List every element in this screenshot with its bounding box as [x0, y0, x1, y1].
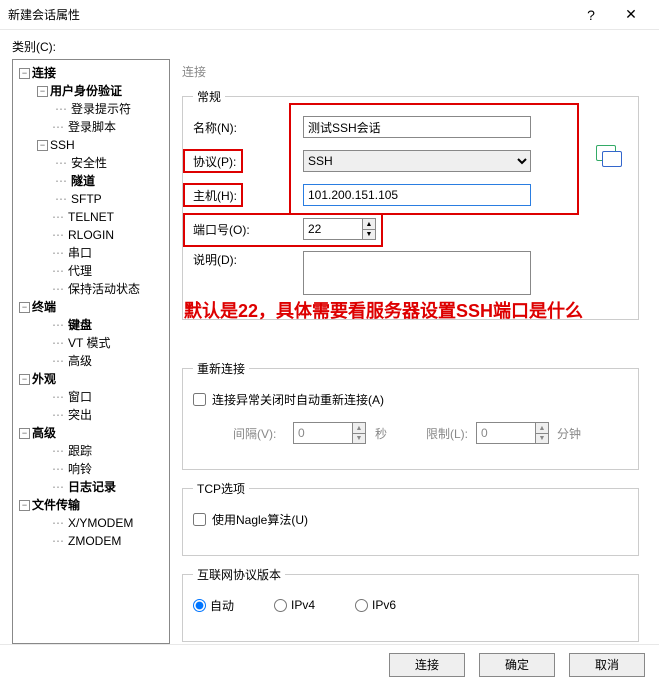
session-icon	[596, 145, 624, 169]
tree-sftp[interactable]: SFTP	[71, 190, 102, 208]
group-general-legend: 常规	[193, 88, 225, 105]
port-label: 端口号(O):	[193, 221, 303, 238]
name-label: 名称(N):	[193, 119, 303, 136]
tree-bell[interactable]: 响铃	[68, 460, 92, 478]
connect-button[interactable]: 连接	[389, 653, 465, 677]
tree-serial[interactable]: 串口	[68, 244, 92, 262]
tree-proxy[interactable]: 代理	[68, 262, 92, 280]
settings-panel: 连接 常规 名称(N): 协议(P): SSH 主机(H): 端口号(O):	[178, 59, 647, 644]
tree-logging[interactable]: 日志记录	[68, 478, 116, 496]
collapse-icon[interactable]: −	[19, 374, 30, 385]
category-label: 类别(C):	[12, 38, 647, 55]
tree-rlogin[interactable]: RLOGIN	[68, 226, 114, 244]
tree-vt[interactable]: VT 模式	[68, 334, 110, 352]
auto-reconnect-checkbox[interactable]	[193, 393, 206, 406]
tree-tunnel[interactable]: 隧道	[71, 172, 95, 190]
port-spinner[interactable]: ▲▼	[362, 218, 376, 240]
interval-input	[293, 422, 353, 444]
tree-trace[interactable]: 跟踪	[68, 442, 92, 460]
tree-zmodem[interactable]: ZMODEM	[68, 532, 121, 550]
tree-filetransfer[interactable]: 文件传输	[32, 496, 80, 514]
tree-ssh[interactable]: SSH	[50, 136, 75, 154]
dialog-footer: 连接 确定 取消	[0, 644, 659, 684]
category-tree[interactable]: −连接 −用户身份验证 ⋯登录提示符 ⋯登录脚本 −SSH ⋯安全性 ⋯隧道 ⋯…	[12, 59, 170, 644]
host-input[interactable]	[303, 184, 531, 206]
tree-window[interactable]: 窗口	[68, 388, 92, 406]
nagle-label: 使用Nagle算法(U)	[212, 511, 308, 528]
chevron-down-icon[interactable]: ▼	[362, 229, 376, 240]
tree-telnet[interactable]: TELNET	[68, 208, 114, 226]
collapse-icon[interactable]: −	[37, 86, 48, 97]
tree-connection[interactable]: 连接	[32, 64, 56, 82]
ip-v6-option[interactable]: IPv6	[355, 598, 396, 612]
breadcrumb: 连接	[182, 63, 639, 80]
chevron-up-icon[interactable]: ▲	[362, 218, 376, 229]
group-ip-legend: 互联网协议版本	[193, 566, 285, 583]
nagle-checkbox[interactable]	[193, 513, 206, 526]
collapse-icon[interactable]: −	[19, 302, 30, 313]
ip-auto-radio[interactable]	[193, 599, 206, 612]
limit-unit: 分钟	[549, 425, 589, 442]
ip-auto-option[interactable]: 自动	[193, 597, 234, 614]
group-tcp-legend: TCP选项	[193, 480, 249, 497]
cancel-button[interactable]: 取消	[569, 653, 645, 677]
name-input[interactable]	[303, 116, 531, 138]
desc-label: 说明(D):	[193, 251, 303, 268]
interval-unit: 秒	[366, 425, 396, 442]
group-reconnect: 重新连接 连接异常关闭时自动重新连接(A) 间隔(V): ▲▼ 秒 限制(L):…	[182, 360, 639, 470]
tree-security[interactable]: 安全性	[71, 154, 107, 172]
group-reconnect-legend: 重新连接	[193, 360, 249, 377]
ok-button[interactable]: 确定	[479, 653, 555, 677]
interval-spinner: ▲▼	[352, 422, 366, 444]
limit-input	[476, 422, 536, 444]
collapse-icon[interactable]: −	[19, 500, 30, 511]
tree-xymodem[interactable]: X/YMODEM	[68, 514, 133, 532]
tree-advanced-terminal[interactable]: 高级	[68, 352, 92, 370]
interval-label: 间隔(V):	[233, 425, 293, 442]
group-tcp: TCP选项 使用Nagle算法(U)	[182, 480, 639, 556]
group-general: 常规 名称(N): 协议(P): SSH 主机(H): 端口号(O):	[182, 88, 639, 320]
limit-spinner: ▲▼	[535, 422, 549, 444]
collapse-icon[interactable]: −	[19, 428, 30, 439]
tree-terminal[interactable]: 终端	[32, 298, 56, 316]
auto-reconnect-label: 连接异常关闭时自动重新连接(A)	[212, 391, 384, 408]
tree-login-script[interactable]: 登录脚本	[68, 118, 116, 136]
limit-label: 限制(L):	[426, 425, 476, 442]
titlebar: 新建会话属性 ? ✕	[0, 0, 659, 30]
ip-v4-radio[interactable]	[274, 599, 287, 612]
protocol-select[interactable]: SSH	[303, 150, 531, 172]
group-ip: 互联网协议版本 自动 IPv4 IPv6	[182, 566, 639, 642]
window-title: 新建会话属性	[8, 6, 571, 23]
host-label: 主机(H):	[193, 187, 303, 204]
ip-v6-radio[interactable]	[355, 599, 368, 612]
tree-keyboard[interactable]: 键盘	[68, 316, 92, 334]
collapse-icon[interactable]: −	[19, 68, 30, 79]
protocol-label: 协议(P):	[193, 153, 303, 170]
tree-auth[interactable]: 用户身份验证	[50, 82, 122, 100]
tree-highlight[interactable]: 突出	[68, 406, 92, 424]
collapse-icon[interactable]: −	[37, 140, 48, 151]
port-input[interactable]	[303, 218, 363, 240]
close-button[interactable]: ✕	[611, 0, 651, 30]
tree-login-prompt[interactable]: 登录提示符	[71, 100, 131, 118]
help-button[interactable]: ?	[571, 0, 611, 30]
tree-advanced[interactable]: 高级	[32, 424, 56, 442]
tree-keepalive[interactable]: 保持活动状态	[68, 280, 140, 298]
tree-appearance[interactable]: 外观	[32, 370, 56, 388]
ip-v4-option[interactable]: IPv4	[274, 598, 315, 612]
annotation-text: 默认是22，具体需要看服务器设置SSH端口是什么	[184, 297, 583, 323]
desc-input[interactable]	[303, 251, 531, 295]
